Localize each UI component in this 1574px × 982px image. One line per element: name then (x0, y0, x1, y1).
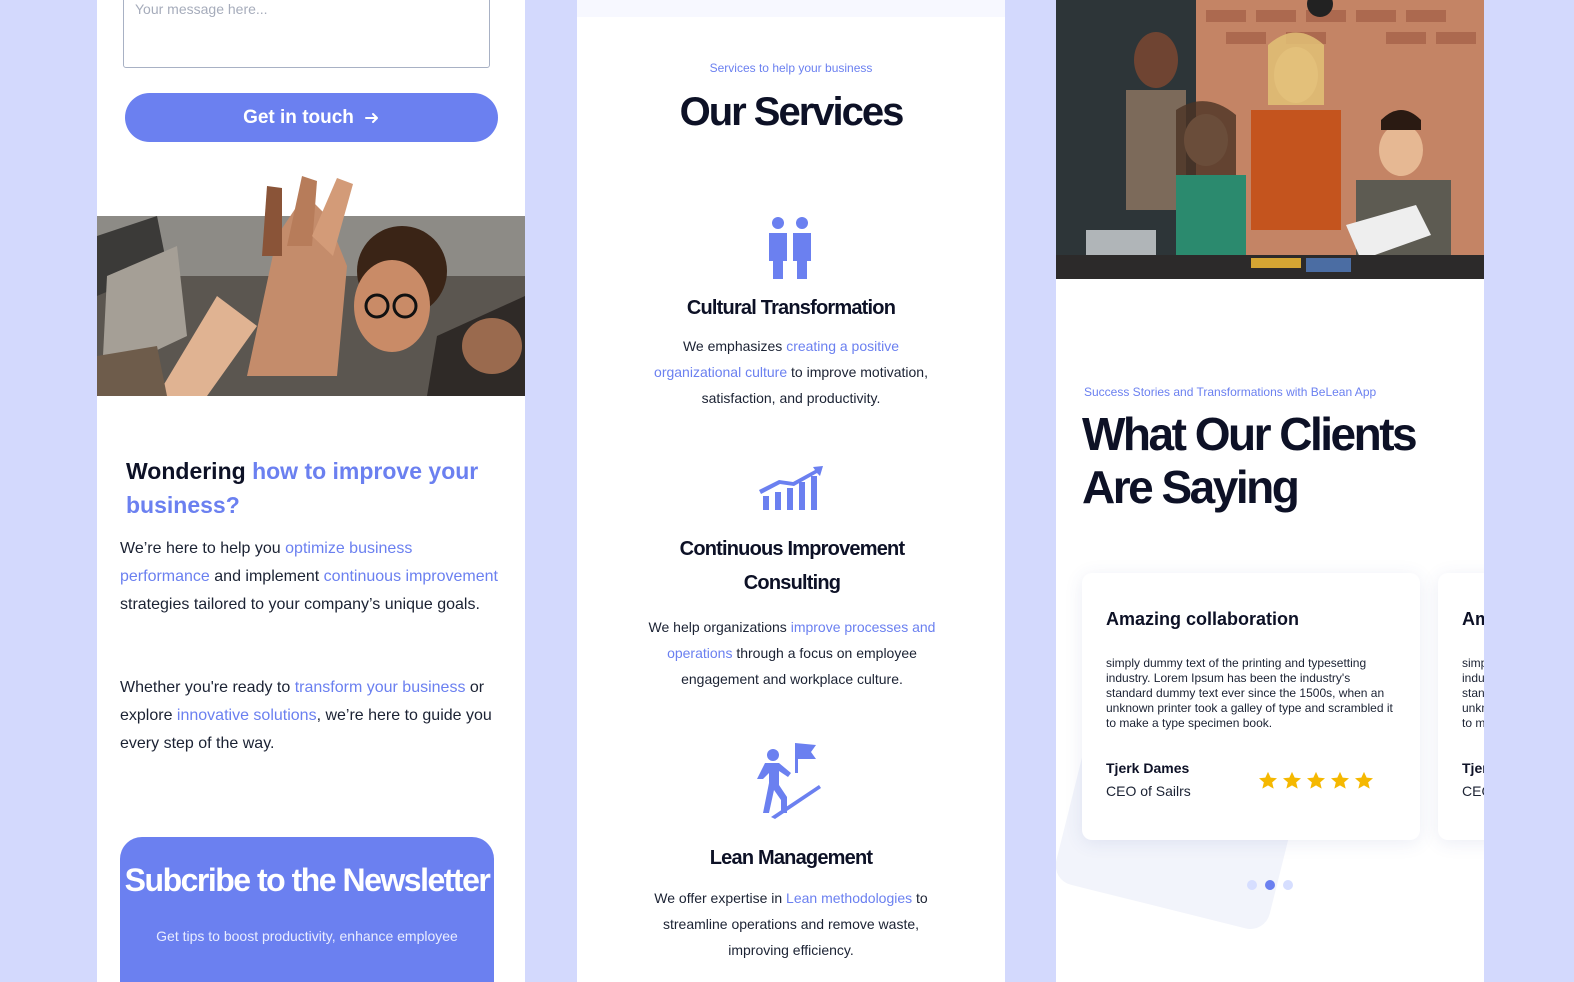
carousel-dots (1247, 880, 1293, 890)
testimonial-text: simply dummy text of the printing and ty… (1106, 656, 1393, 730)
wonder-heading-plain: Wondering (126, 458, 253, 484)
newsletter-text: Get tips to boost productivity, enhance … (156, 928, 458, 944)
intro-text: strategies tailored to your company’s un… (120, 596, 480, 613)
testimonial-role: CEO of Sailrs (1106, 783, 1191, 799)
testimonials-title: What Our Clients Are Saying (1082, 408, 1418, 513)
contact-panel: Your message here... Get in touch Wonder… (97, 0, 525, 982)
star-rating (1258, 771, 1374, 791)
service-name: Cultural Transformation (686, 297, 896, 319)
testimonial-card: Amazing collaboration simply dummy text … (1082, 573, 1420, 840)
growth-chart-icon (759, 466, 823, 510)
service-text: We emphasizes (682, 338, 787, 354)
people-icon (769, 217, 811, 279)
service-description: We emphasizes creating a positive organi… (641, 333, 941, 411)
testimonial-author: Tjerk Dames (1106, 760, 1190, 776)
service-description: We offer expertise in Lean methodologies… (641, 885, 941, 963)
star-icon (1355, 771, 1373, 789)
testimonial-card: Amazing collaboration simply dummy text … (1438, 573, 1484, 840)
services-panel: Services to help your business Our Servi… (577, 0, 1005, 982)
newsletter-title: Subcribe to the Newsletter (124, 862, 491, 898)
carousel-dot-active[interactable] (1265, 880, 1275, 890)
intro-paragraph-1: We’re here to help you optimize business… (120, 535, 505, 619)
carousel-dot[interactable] (1283, 880, 1293, 890)
testimonials-eyebrow: Success Stories and Transformations with… (1084, 385, 1377, 399)
climber-flag-icon (757, 743, 821, 819)
service-text: We offer expertise in (654, 890, 787, 906)
services-title: Our Services (679, 90, 905, 134)
get-in-touch-label: Get in touch (243, 106, 354, 128)
team-high-five-photo (97, 176, 525, 396)
testimonials-panel: Success Stories and Transformations with… (1056, 0, 1484, 982)
testimonial-title: Amazing collaboration (1106, 609, 1300, 629)
testimonial-text: simply dummy text of the printing and ty… (1462, 656, 1484, 730)
get-in-touch-button[interactable]: Get in touch (125, 93, 498, 142)
transform-business-link[interactable]: transform your business (295, 679, 466, 696)
wonder-heading: Wondering how to improve your business? (126, 454, 506, 522)
newsletter-box: Subcribe to the Newsletter Get tips to b… (120, 837, 494, 982)
message-placeholder: Your message here... (135, 1, 268, 17)
team-meeting-photo (1056, 0, 1484, 279)
service-name: Continuous Improvement Consulting (679, 538, 905, 594)
arrow-right-icon (364, 112, 378, 123)
message-textarea[interactable]: Your message here... (123, 0, 490, 68)
innovative-solutions-link[interactable]: innovative solutions (177, 707, 317, 724)
service-description: We help organizations improve processes … (635, 614, 949, 692)
services-eyebrow: Services to help your business (709, 61, 873, 75)
intro-text: Whether you're ready to (120, 679, 295, 696)
intro-text: and implement (209, 568, 324, 585)
intro-text: We’re here to help you (120, 540, 286, 557)
intro-paragraph-2: Whether you're ready to transform your b… (120, 674, 505, 758)
star-icon (1307, 771, 1325, 789)
testimonial-role: CEO of Sailrs (1462, 783, 1484, 799)
testimonial-author: Tjerk Dames (1462, 760, 1484, 776)
star-icon (1331, 771, 1349, 789)
star-icon (1283, 771, 1301, 789)
service-name: Lean Management (709, 847, 873, 869)
service-link[interactable]: Lean methodologies (786, 890, 912, 906)
carousel-dot[interactable] (1247, 880, 1257, 890)
star-icon (1259, 771, 1277, 789)
continuous-improvement-link[interactable]: continuous improvement (324, 568, 498, 585)
testimonial-title: Amazing collaboration (1462, 609, 1484, 629)
section-divider (577, 0, 1005, 17)
service-text: We help organizations (648, 619, 791, 635)
